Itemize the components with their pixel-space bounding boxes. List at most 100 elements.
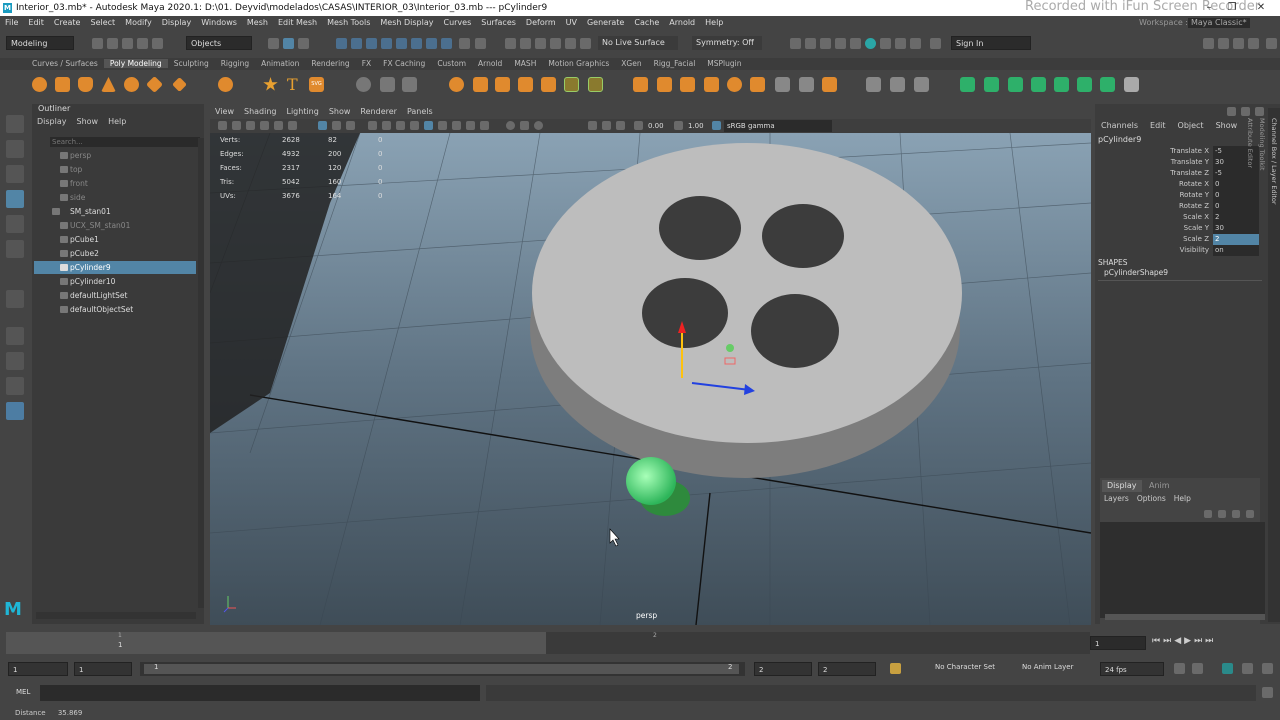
poly-text-icon[interactable]: T: [287, 75, 298, 94]
viewport-menu-lighting[interactable]: Lighting: [281, 107, 323, 116]
playback-start-field[interactable]: 1: [74, 662, 132, 676]
gate-mask-icon[interactable]: [588, 121, 597, 130]
xray-joints-icon[interactable]: [534, 121, 543, 130]
outliner-item-sm-stan01[interactable]: SM_stan01: [34, 205, 196, 218]
step-forward-key-icon[interactable]: ⏭: [1194, 636, 1205, 646]
select-camera-icon[interactable]: [218, 121, 227, 130]
mask-handles-icon[interactable]: [336, 38, 347, 49]
preferences-icon[interactable]: [1242, 663, 1253, 674]
smooth-icon[interactable]: [495, 77, 510, 92]
poly-cube-icon[interactable]: [55, 77, 70, 92]
outliner-item-top[interactable]: top: [34, 163, 196, 176]
channel-box-horizontal-scrollbar[interactable]: [1105, 614, 1265, 620]
mask-joints-icon[interactable]: [351, 38, 362, 49]
attr-rotate-y[interactable]: Rotate Y0: [1095, 190, 1259, 201]
menu-create[interactable]: Create: [49, 18, 86, 27]
ipr-render-icon[interactable]: [835, 38, 846, 49]
modeling-toolkit-icon[interactable]: [1203, 38, 1214, 49]
outliner-horizontal-scrollbar[interactable]: [36, 612, 196, 619]
snap-together-icon[interactable]: [1124, 77, 1139, 92]
camera-attributes-icon[interactable]: [232, 121, 241, 130]
render-setup-icon[interactable]: [880, 38, 891, 49]
mask-surfaces-icon[interactable]: [381, 38, 392, 49]
viewport-menu-show[interactable]: Show: [324, 107, 356, 116]
outliner-menu-help[interactable]: Help: [103, 117, 131, 126]
layer-list[interactable]: [1100, 522, 1265, 618]
anim-preferences-icon[interactable]: [1262, 663, 1273, 674]
svg-icon[interactable]: SVG: [309, 77, 324, 92]
viewport-menu-view[interactable]: View: [210, 107, 239, 116]
shadows-icon[interactable]: [438, 121, 447, 130]
uv-set-icon[interactable]: [402, 77, 417, 92]
menu-surfaces[interactable]: Surfaces: [476, 18, 521, 27]
select-object-icon[interactable]: [283, 38, 294, 49]
script-editor-icon[interactable]: [1262, 687, 1273, 698]
live-surface-field[interactable]: No Live Surface: [598, 36, 678, 50]
sound-icon[interactable]: [1192, 663, 1203, 674]
layer-menu-options[interactable]: Options: [1133, 494, 1170, 503]
workspace-dropdown[interactable]: Maya Classic*: [1188, 18, 1250, 28]
textured-icon[interactable]: [410, 121, 419, 130]
go-to-end-icon[interactable]: ⏭: [1205, 636, 1216, 646]
select-tool-icon[interactable]: [6, 115, 24, 133]
shape-node-name[interactable]: pCylinderShape9: [1104, 268, 1168, 277]
move-layer-up-icon[interactable]: [1204, 510, 1212, 518]
separate-icon[interactable]: [473, 77, 488, 92]
channel-box-icon[interactable]: [1248, 38, 1259, 49]
poly-platonic-icon[interactable]: [218, 77, 233, 92]
wedge-icon[interactable]: [822, 77, 837, 92]
attr-translate-z[interactable]: Translate Z -5: [1095, 168, 1259, 179]
layer-menu-help[interactable]: Help: [1170, 494, 1195, 503]
mask-dynamics-icon[interactable]: [411, 38, 422, 49]
animation-end-field[interactable]: 2: [818, 662, 876, 676]
sign-in-dropdown[interactable]: Sign In: [951, 36, 1031, 50]
tab-sculpting[interactable]: Sculpting: [168, 59, 215, 68]
menu-arnold[interactable]: Arnold: [664, 18, 700, 27]
isolate-select-icon[interactable]: [506, 121, 515, 130]
use-default-lighting-icon[interactable]: [424, 121, 433, 130]
render-current-icon[interactable]: [820, 38, 831, 49]
menu-file[interactable]: File: [0, 18, 23, 27]
new-scene-icon[interactable]: [92, 38, 103, 49]
extrude-icon[interactable]: [633, 77, 648, 92]
command-input[interactable]: [40, 685, 480, 701]
tab-rigging[interactable]: Rigging: [215, 59, 255, 68]
outliner-item-ucx-sm-stan01[interactable]: UCX_SM_stan01: [34, 219, 196, 232]
make-live-icon[interactable]: [580, 38, 591, 49]
attr-translate-x[interactable]: Translate X -5: [1095, 146, 1259, 157]
single-perspective-layout-icon[interactable]: [6, 327, 24, 345]
character-set-dropdown[interactable]: No Character Set: [935, 663, 995, 671]
step-back-frame-icon[interactable]: ◀: [1174, 636, 1184, 646]
film-gate-icon[interactable]: [332, 121, 341, 130]
outliner-item-pcube1[interactable]: pCube1: [34, 233, 196, 246]
attr-rotate-z[interactable]: Rotate Z0: [1095, 201, 1259, 212]
extract-icon[interactable]: [518, 77, 533, 92]
safe-action-icon[interactable]: [616, 121, 625, 130]
conform-icon[interactable]: [984, 77, 999, 92]
connect-icon[interactable]: [890, 77, 905, 92]
menu-modify[interactable]: Modify: [120, 18, 157, 27]
poly-plane-icon[interactable]: [146, 76, 163, 93]
open-scene-icon[interactable]: [107, 38, 118, 49]
menu-cache[interactable]: Cache: [629, 18, 664, 27]
symmetry-dropdown[interactable]: Symmetry: Off: [692, 36, 762, 50]
anim-layer-dropdown[interactable]: No Anim Layer: [1022, 663, 1073, 671]
move-tool-icon[interactable]: [6, 190, 24, 208]
outliner-search-input[interactable]: Search...: [50, 137, 200, 147]
center-pivot-icon[interactable]: [1054, 77, 1069, 92]
attr-visibility[interactable]: Visibility on: [1095, 245, 1259, 256]
xray-icon[interactable]: [520, 121, 529, 130]
four-view-layout-icon[interactable]: [6, 352, 24, 370]
side-tab-modeling-toolkit[interactable]: Modeling Toolkit: [1256, 108, 1268, 622]
select-hierarchy-icon[interactable]: [268, 38, 279, 49]
range-slider[interactable]: 1 2: [140, 662, 745, 676]
time-slider[interactable]: 1 1 2: [6, 632, 1090, 654]
mask-deformations-icon[interactable]: [396, 38, 407, 49]
disc-top[interactable]: [532, 143, 962, 443]
render-view-icon[interactable]: [805, 38, 816, 49]
arnold-render-icon[interactable]: [910, 38, 921, 49]
select-component-icon[interactable]: [298, 38, 309, 49]
last-tool-icon[interactable]: [6, 290, 24, 308]
view-transform-dropdown[interactable]: sRGB gamma: [724, 120, 832, 132]
snap-grid-icon[interactable]: [505, 38, 516, 49]
